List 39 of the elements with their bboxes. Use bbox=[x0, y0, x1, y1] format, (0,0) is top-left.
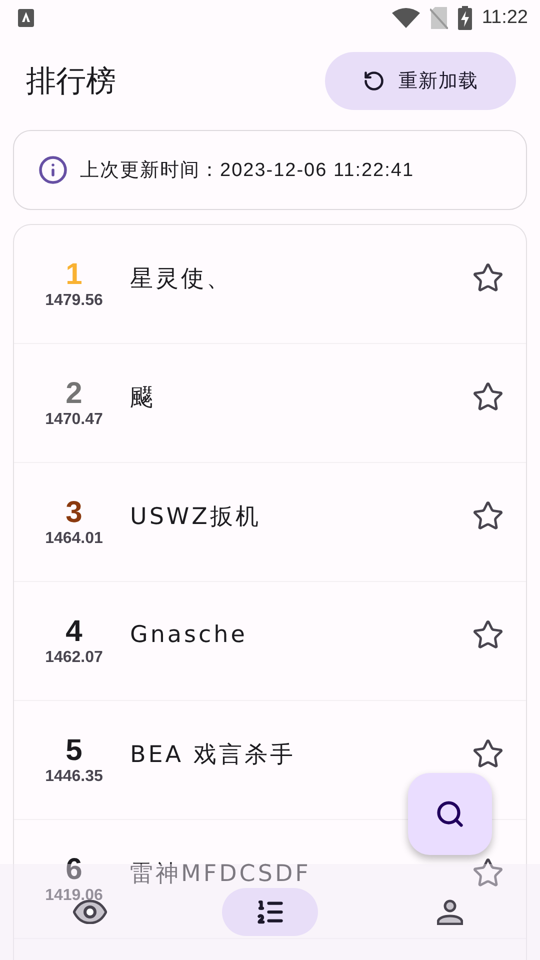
last-update-text: 上次更新时间：2023-12-06 11:22:41 bbox=[80, 159, 414, 183]
refresh-icon bbox=[362, 70, 384, 92]
reload-button[interactable]: 重新加载 bbox=[325, 52, 516, 110]
player-score: 1464.01 bbox=[45, 530, 103, 548]
info-icon bbox=[38, 155, 68, 185]
person-icon bbox=[437, 899, 463, 925]
player-name: Gnasche bbox=[129, 622, 248, 648]
favorite-button[interactable] bbox=[472, 500, 504, 532]
rank-number: 3 bbox=[66, 496, 82, 530]
player-score: 1462.07 bbox=[45, 649, 103, 667]
favorite-button[interactable] bbox=[472, 619, 504, 651]
player-score: 1470.47 bbox=[45, 411, 103, 429]
eye-icon bbox=[73, 900, 107, 924]
player-name: 飋 bbox=[129, 384, 156, 412]
player-score: 1446.35 bbox=[45, 768, 103, 786]
player-name: 雷神MFDCSDF bbox=[129, 860, 312, 888]
player-name: 星灵使、 bbox=[129, 264, 233, 294]
notification-icon bbox=[18, 9, 34, 27]
battery-charging-icon bbox=[458, 6, 472, 30]
rank-number: 1 bbox=[66, 258, 82, 292]
wifi-icon bbox=[392, 8, 420, 28]
no-sim-icon bbox=[430, 7, 448, 29]
rank-number: 5 bbox=[66, 734, 82, 768]
favorite-button[interactable] bbox=[472, 262, 504, 294]
favorite-button[interactable] bbox=[472, 381, 504, 413]
status-time: 11:22 bbox=[482, 7, 528, 29]
player-score: 1419.06 bbox=[45, 887, 103, 905]
nav-tab[interactable] bbox=[222, 888, 318, 936]
search-icon bbox=[435, 799, 465, 829]
favorite-button[interactable] bbox=[472, 738, 504, 770]
rank-number: 2 bbox=[66, 377, 82, 411]
player-name: BEA 戏言杀手 bbox=[129, 740, 296, 770]
favorite-button[interactable] bbox=[472, 857, 504, 889]
page-title: 排行榜 bbox=[26, 62, 116, 100]
search-button[interactable] bbox=[408, 773, 492, 855]
rank-number: 6 bbox=[66, 853, 82, 887]
player-score: 1479.56 bbox=[45, 292, 103, 310]
player-name: USWZ扳机 bbox=[129, 502, 262, 532]
rank-number: 4 bbox=[66, 615, 82, 649]
